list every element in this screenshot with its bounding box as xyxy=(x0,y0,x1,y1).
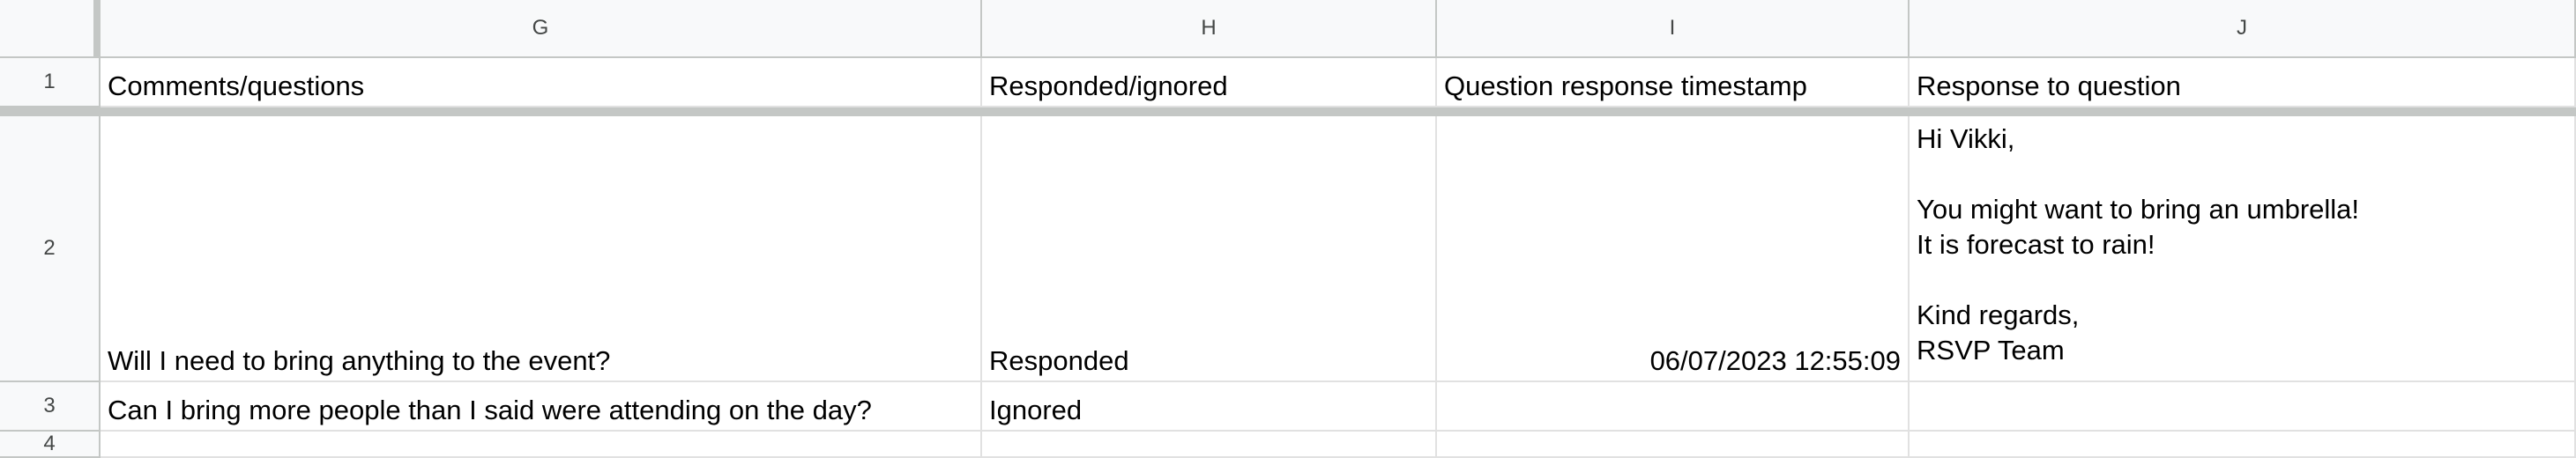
column-header-j[interactable]: J xyxy=(1910,0,2576,58)
row-header-4[interactable]: 4 xyxy=(0,432,101,458)
cell-h1[interactable]: Responded/ignored xyxy=(982,58,1437,107)
cell-i4[interactable] xyxy=(1437,432,1910,458)
cell-j2[interactable]: Hi Vikki, You might want to bring an umb… xyxy=(1910,116,2576,382)
cell-g4[interactable] xyxy=(101,432,982,458)
row-header-3[interactable]: 3 xyxy=(0,382,101,432)
cell-j4[interactable] xyxy=(1910,432,2576,458)
cell-j3[interactable] xyxy=(1910,382,2576,432)
cell-h2[interactable]: Responded xyxy=(982,116,1437,382)
spreadsheet-grid: G H I J 1 2 3 4 Comments/questions Respo… xyxy=(0,0,2576,458)
cell-h3[interactable]: Ignored xyxy=(982,382,1437,432)
column-header-g[interactable]: G xyxy=(101,0,982,58)
cell-g1[interactable]: Comments/questions xyxy=(101,58,982,107)
cell-i1[interactable]: Question response timestamp xyxy=(1437,58,1910,107)
cell-g2[interactable]: Will I need to bring anything to the eve… xyxy=(101,116,982,382)
cell-i2[interactable]: 06/07/2023 12:55:09 xyxy=(1437,116,1910,382)
cell-j1[interactable]: Response to question xyxy=(1910,58,2576,107)
row-header-1[interactable]: 1 xyxy=(0,58,101,107)
frozen-row-divider[interactable] xyxy=(0,107,2576,116)
select-all-corner[interactable] xyxy=(0,0,101,58)
cell-g3[interactable]: Can I bring more people than I said were… xyxy=(101,382,982,432)
cell-h4[interactable] xyxy=(982,432,1437,458)
column-header-i[interactable]: I xyxy=(1437,0,1910,58)
column-header-h[interactable]: H xyxy=(982,0,1437,58)
row-header-2[interactable]: 2 xyxy=(0,116,101,382)
cell-i3[interactable] xyxy=(1437,382,1910,432)
